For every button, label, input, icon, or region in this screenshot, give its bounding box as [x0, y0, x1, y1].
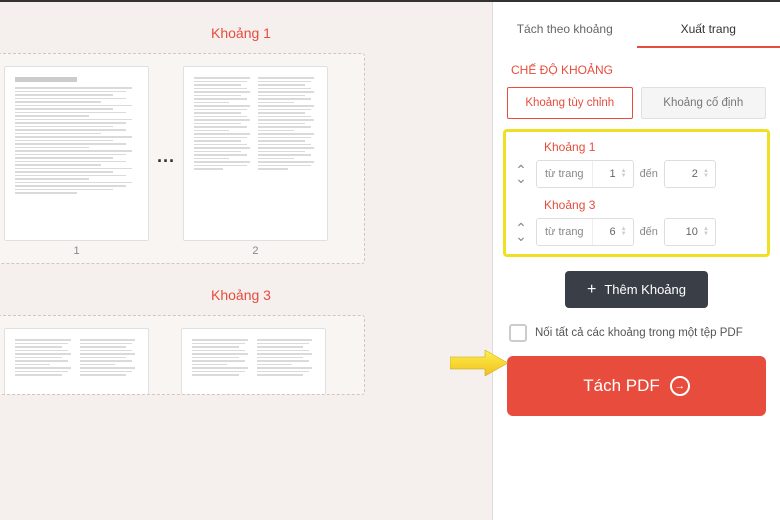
- to-page-input[interactable]: 2▲▼: [665, 161, 715, 187]
- to-label: đến: [640, 168, 658, 180]
- spinner-icon[interactable]: ▲▼: [701, 227, 709, 237]
- mode-fixed-range-button[interactable]: Khoảng cố định: [641, 87, 767, 119]
- from-page-input[interactable]: 6▲▼: [593, 219, 633, 245]
- range-row-1: Khoảng 1 ⌃⌄ từ trang 1▲▼ đến 2▲▼: [512, 140, 761, 188]
- mode-custom-range-button[interactable]: Khoảng tùy chỉnh: [507, 87, 633, 119]
- ellipsis-icon: ···: [155, 151, 177, 172]
- merge-checkbox[interactable]: [509, 324, 527, 342]
- ranges-highlight-box: Khoảng 1 ⌃⌄ từ trang 1▲▼ đến 2▲▼ Khoảng …: [503, 129, 770, 257]
- range-name: Khoảng 1: [544, 140, 761, 154]
- mode-buttons: Khoảng tùy chỉnh Khoảng cố định: [493, 87, 780, 129]
- from-page-input[interactable]: 1▲▼: [593, 161, 633, 187]
- from-label: từ trang: [537, 219, 593, 245]
- spinner-icon[interactable]: ▲▼: [701, 169, 709, 179]
- merge-checkbox-label: Nối tất cả các khoảng trong một tệp PDF: [535, 327, 743, 339]
- page-thumbnail[interactable]: [4, 66, 149, 241]
- drag-handle-icon[interactable]: ⌃⌄: [512, 166, 530, 183]
- mode-section-label: CHẾ ĐỘ KHOẢNG: [493, 49, 780, 87]
- range-name: Khoảng 3: [544, 198, 761, 212]
- page-thumbnail[interactable]: [183, 66, 328, 241]
- drag-handle-icon[interactable]: ⌃⌄: [512, 224, 530, 241]
- merge-option-row: Nối tất cả các khoảng trong một tệp PDF: [493, 316, 780, 356]
- preview-range-3: Khoảng 3: [0, 279, 482, 395]
- to-label: đến: [640, 226, 658, 238]
- page-thumbnail[interactable]: [181, 328, 326, 395]
- spinner-icon[interactable]: ▲▼: [619, 169, 627, 179]
- preview-area: Khoảng 1 1 ···: [0, 2, 492, 520]
- page-number: 2: [183, 245, 328, 257]
- plus-icon: +: [587, 283, 596, 296]
- preview-range-1-title: Khoảng 1: [0, 17, 482, 53]
- tab-extract-pages[interactable]: Xuất trang: [637, 2, 780, 48]
- split-pdf-button[interactable]: Tách PDF →: [507, 356, 766, 416]
- preview-range-3-title: Khoảng 3: [0, 279, 482, 315]
- add-range-button[interactable]: + Thêm Khoảng: [565, 271, 708, 308]
- from-label: từ trang: [537, 161, 593, 187]
- to-page-input[interactable]: 10▲▼: [665, 219, 715, 245]
- page-thumbnail[interactable]: [4, 328, 149, 395]
- page-number: 1: [4, 245, 149, 257]
- tab-split-by-range[interactable]: Tách theo khoảng: [493, 2, 637, 48]
- top-tabs: Tách theo khoảng Xuất trang: [493, 2, 780, 49]
- preview-range-1: Khoảng 1 1 ···: [0, 17, 482, 264]
- annotation-arrow-icon: [450, 348, 510, 378]
- preview-range-3-pages: [0, 315, 365, 395]
- arrow-right-circle-icon: →: [670, 376, 690, 396]
- range-row-3: Khoảng 3 ⌃⌄ từ trang 6▲▼ đến 10▲▼: [512, 198, 761, 246]
- preview-range-1-pages: 1 ···: [0, 53, 365, 264]
- sidebar: Tách theo khoảng Xuất trang CHẾ ĐỘ KHOẢN…: [492, 2, 780, 520]
- spinner-icon[interactable]: ▲▼: [619, 227, 627, 237]
